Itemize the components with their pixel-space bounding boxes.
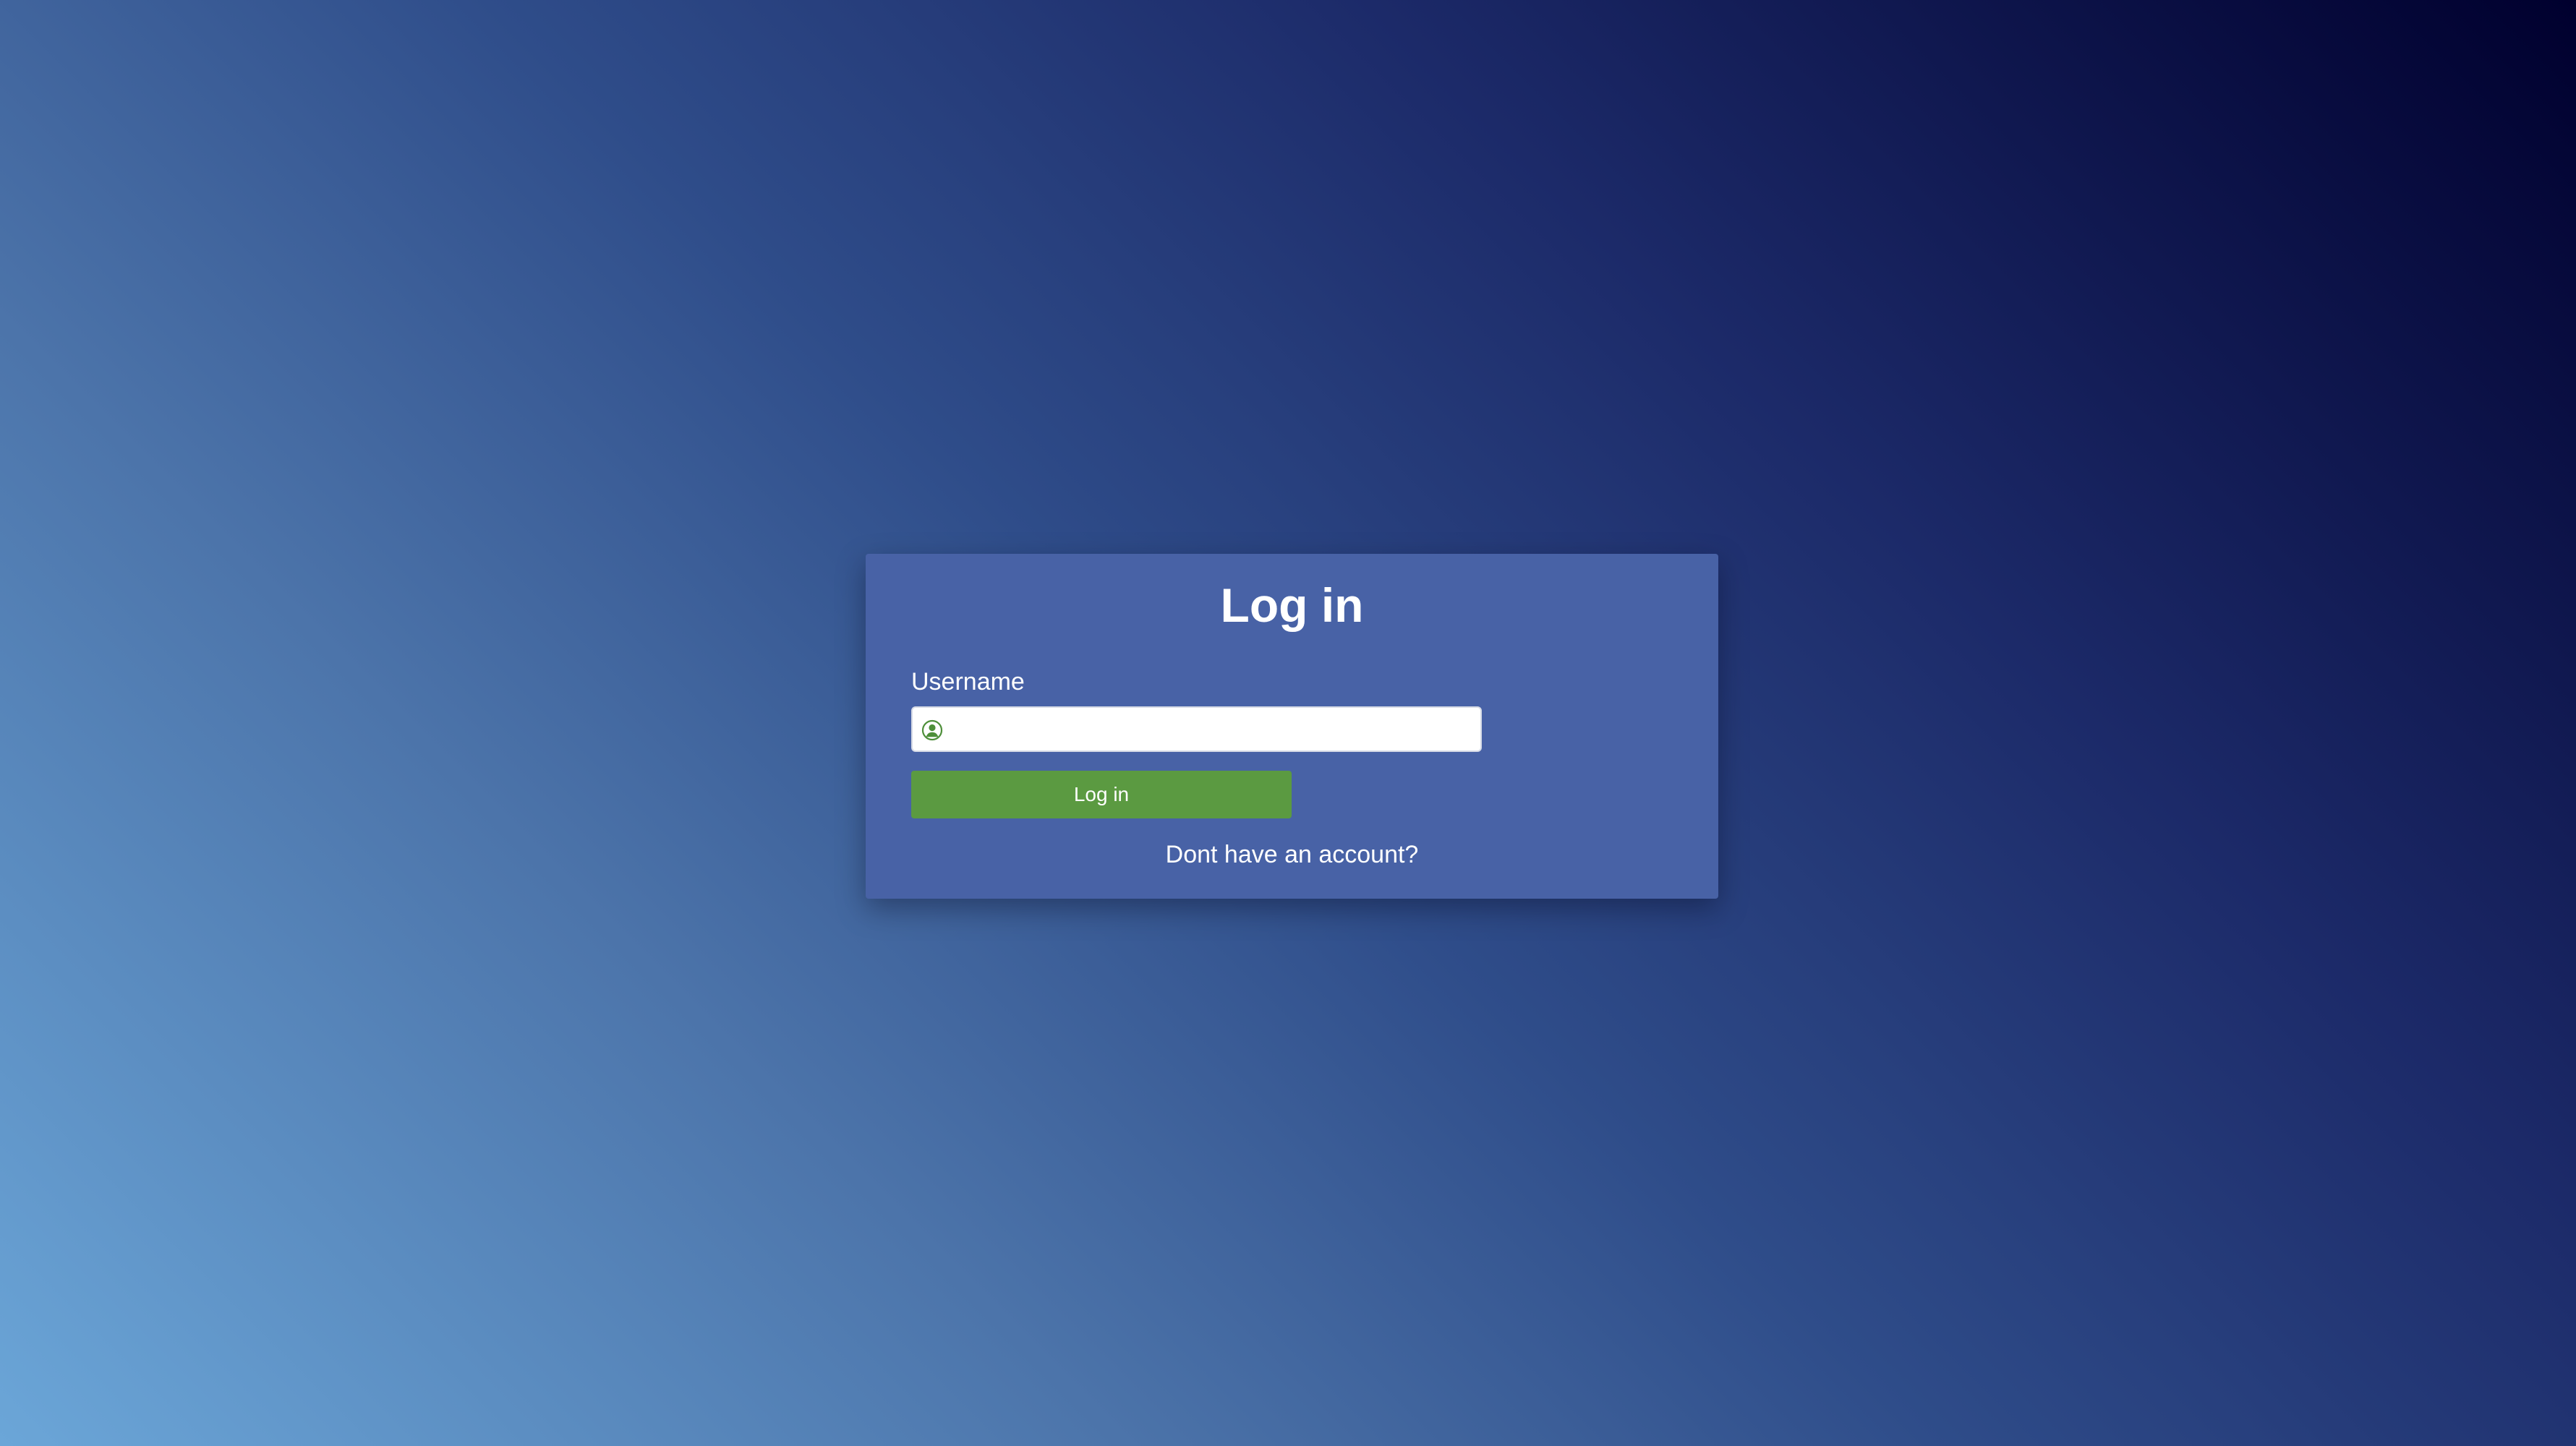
user-circle-icon xyxy=(921,719,943,741)
login-card: Log in Username Log in Dont have an acco… xyxy=(866,554,1718,899)
login-button[interactable]: Log in xyxy=(911,771,1292,818)
username-input[interactable] xyxy=(950,708,1475,750)
signup-link[interactable]: Dont have an account? xyxy=(866,842,1718,867)
user-circle-icon-svg xyxy=(921,719,943,741)
page-title: Log in xyxy=(1220,578,1364,632)
username-label: Username xyxy=(911,668,1025,696)
username-field-wrapper[interactable] xyxy=(911,706,1482,752)
